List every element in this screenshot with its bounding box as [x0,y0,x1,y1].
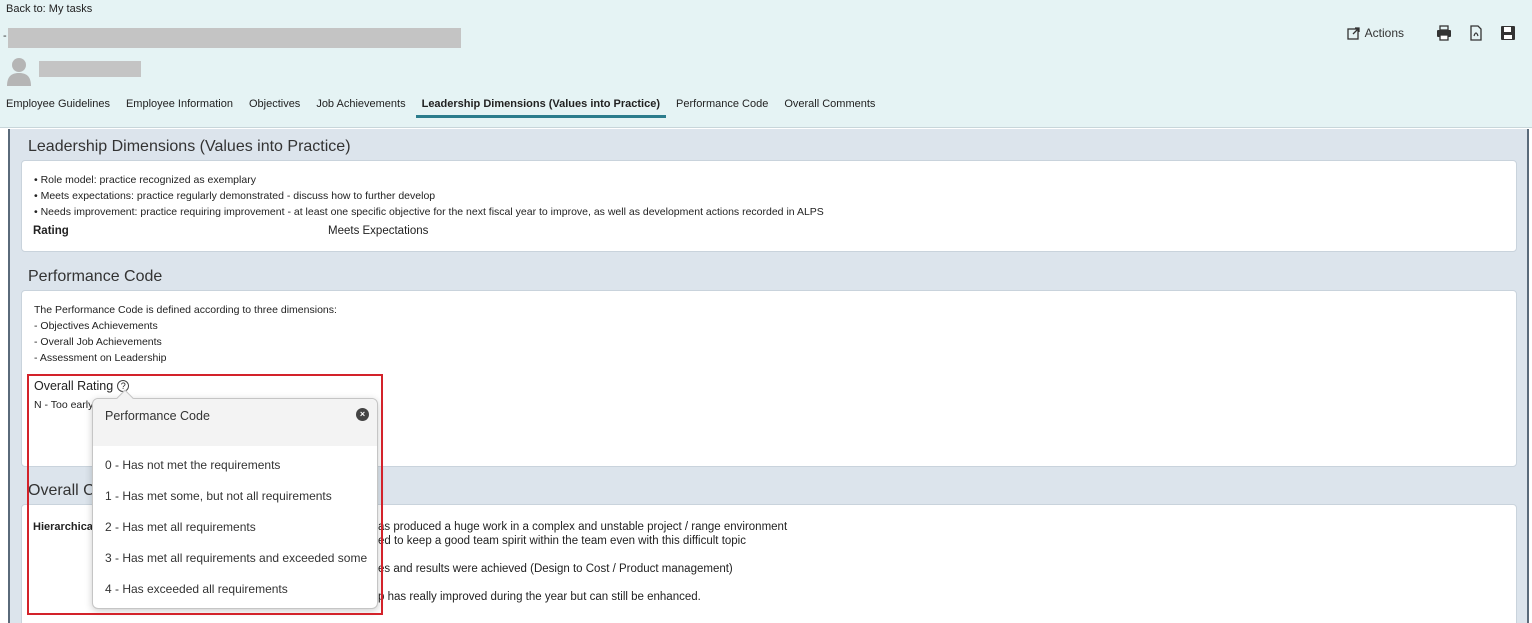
rating-label: Rating [33,225,69,237]
print-icon[interactable] [1436,25,1452,41]
tab-performance-code[interactable]: Performance Code [670,96,774,118]
leadership-bullet: • Needs improvement: practice requiring … [34,206,824,218]
tab-objectives[interactable]: Objectives [243,96,306,118]
page-header: Back to: My tasks - Actions Employee Gui… [0,0,1532,128]
comment-text: as produced a huge work in a complex and… [378,520,787,604]
tab-bar: Employee Guidelines Employee Information… [0,96,885,122]
performance-code-popover: Performance Code × 0 - Has not met the r… [92,389,378,609]
popover-item: 3 - Has met all requirements and exceede… [105,551,368,565]
overall-rating-value: N - Too early [34,399,94,411]
tab-employee-information[interactable]: Employee Information [120,96,239,118]
performance-line: The Performance Code is defined accordin… [34,304,337,316]
popover-item: 2 - Has met all requirements [105,520,256,534]
leadership-bullet: • Meets expectations: practice regularly… [34,190,436,202]
actions-label: Actions [1364,26,1404,40]
comment-line [378,576,787,590]
tab-overall-comments[interactable]: Overall Comments [778,96,881,118]
redacted-employee-subtitle [39,61,141,77]
comment-line: as produced a huge work in a complex and… [378,521,788,533]
actions-button[interactable]: Actions [1346,25,1404,41]
popover-item: 4 - Has exceeded all requirements [105,582,288,596]
leadership-panel: • Role model: practice recognized as exe… [21,160,1517,252]
performance-line: - Objectives Achievements [34,320,158,332]
export-pdf-icon[interactable] [1468,25,1484,41]
share-icon [1346,25,1362,41]
leadership-bullet: • Role model: practice recognized as exe… [34,174,256,186]
hierarchical-comment-label: Hierarchica [33,521,93,533]
save-icon[interactable] [1500,25,1516,41]
avatar-icon [7,58,31,86]
rating-value: Meets Expectations [328,225,429,237]
popover-item: 0 - Has not met the requirements [105,458,281,472]
performance-line: - Assessment on Leadership [34,352,167,364]
popover-list: 0 - Has not met the requirements 1 - Has… [105,458,367,613]
title-dash: - [3,30,7,42]
comment-line: ed to keep a good team spirit within the… [378,535,746,547]
popover-item: 1 - Has met some, but not all requiremen… [105,489,332,503]
comment-line: p has really improved during the year bu… [378,591,701,603]
leadership-rating-row: Rating Meets Expectations [33,225,428,237]
popover-header: Performance Code × [93,399,377,446]
leadership-section-title: Leadership Dimensions (Values into Pract… [28,138,351,155]
back-link[interactable]: Back to: My tasks [6,3,92,15]
tab-leadership-dimensions[interactable]: Leadership Dimensions (Values into Pract… [415,96,667,118]
popover-title: Performance Code [105,409,210,423]
close-icon[interactable]: × [356,408,369,421]
overall-rating-label-row: Overall Rating ? [34,379,130,393]
performance-section-title: Performance Code [28,268,163,285]
overall-comments-section-title: Overall C [28,482,95,499]
redacted-employee-name [8,28,461,48]
tab-job-achievements[interactable]: Job Achievements [310,96,411,118]
overall-rating-label: Overall Rating [34,379,114,393]
comment-line [378,548,787,562]
performance-line: - Overall Job Achievements [34,336,162,348]
comment-line: es and results were achieved (Design to … [378,563,733,575]
tab-employee-guidelines[interactable]: Employee Guidelines [0,96,116,118]
toolbar: Actions [1346,25,1516,41]
